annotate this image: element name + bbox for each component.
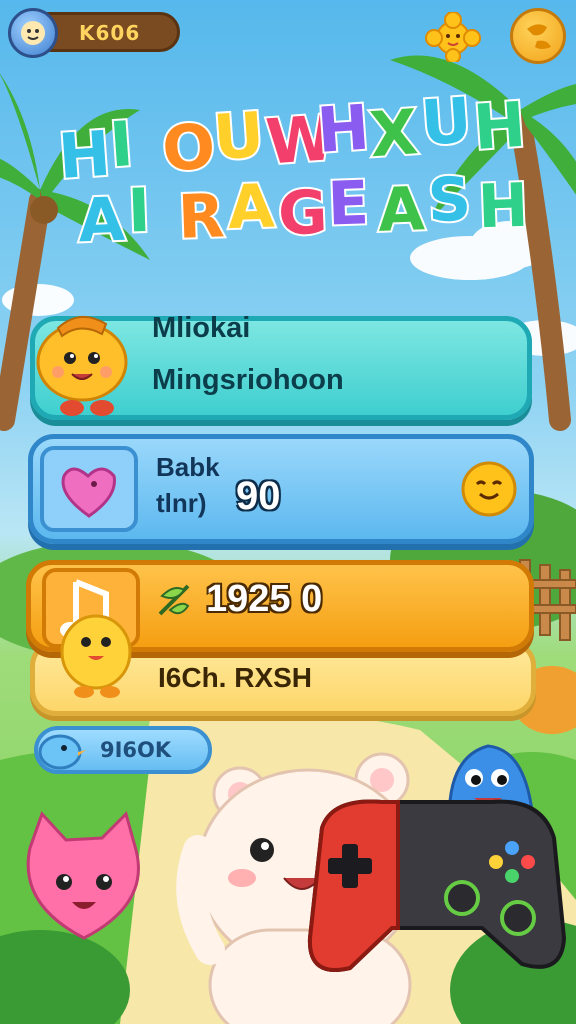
heart-tile: [40, 446, 138, 532]
player-subtitle: Mingsriohoon: [152, 364, 344, 396]
back-button-label: 9I6OK: [100, 738, 172, 762]
title-letter: G: [277, 178, 329, 250]
title-letter: O: [160, 109, 218, 185]
title-letter: I: [107, 107, 135, 181]
bird-icon: [38, 734, 86, 770]
title-letter: A: [77, 185, 126, 250]
coin-balance: 1925 0: [206, 578, 323, 620]
game-screen: { "top_bar": { "currency_value": "K606" …: [0, 0, 576, 1024]
smiley-coin-icon[interactable]: [460, 460, 518, 518]
stat-sublabel: tlnr): [156, 488, 207, 518]
title-letter: X: [367, 95, 420, 171]
heart-icon: [61, 467, 116, 518]
title-letter: S: [427, 165, 473, 236]
title-letter: U: [211, 98, 266, 174]
title-letter: R: [177, 181, 226, 250]
title-letter: A: [377, 174, 426, 246]
currency-value: K606: [79, 21, 141, 45]
title-letter: I: [127, 176, 152, 247]
pink-cat-icon: [26, 811, 140, 940]
avatar-coin-icon[interactable]: [8, 8, 58, 58]
globe-icon[interactable]: [510, 8, 566, 64]
title-letter: E: [327, 168, 370, 239]
title-letter: U: [419, 83, 474, 159]
title-letter: H: [56, 117, 113, 193]
sun-icon[interactable]: [424, 12, 482, 62]
player-name: Mliokai: [152, 312, 251, 344]
stat-label: Babk: [156, 452, 220, 482]
stat-score: 90: [236, 474, 281, 518]
chick-mascot-icon: [60, 614, 132, 698]
gamepad-icon[interactable]: [302, 788, 568, 984]
leaf-icon: [158, 584, 190, 616]
title-letter: H: [315, 91, 372, 167]
title-letter: H: [477, 171, 530, 243]
title-letter: H: [471, 88, 528, 164]
rank-label: I6Ch. RXSH: [158, 662, 313, 693]
title-letter: A: [227, 172, 276, 244]
game-title: HI OUWHXUH A I R A GE A S H: [54, 81, 531, 250]
fox-mascot-icon: [36, 316, 128, 416]
